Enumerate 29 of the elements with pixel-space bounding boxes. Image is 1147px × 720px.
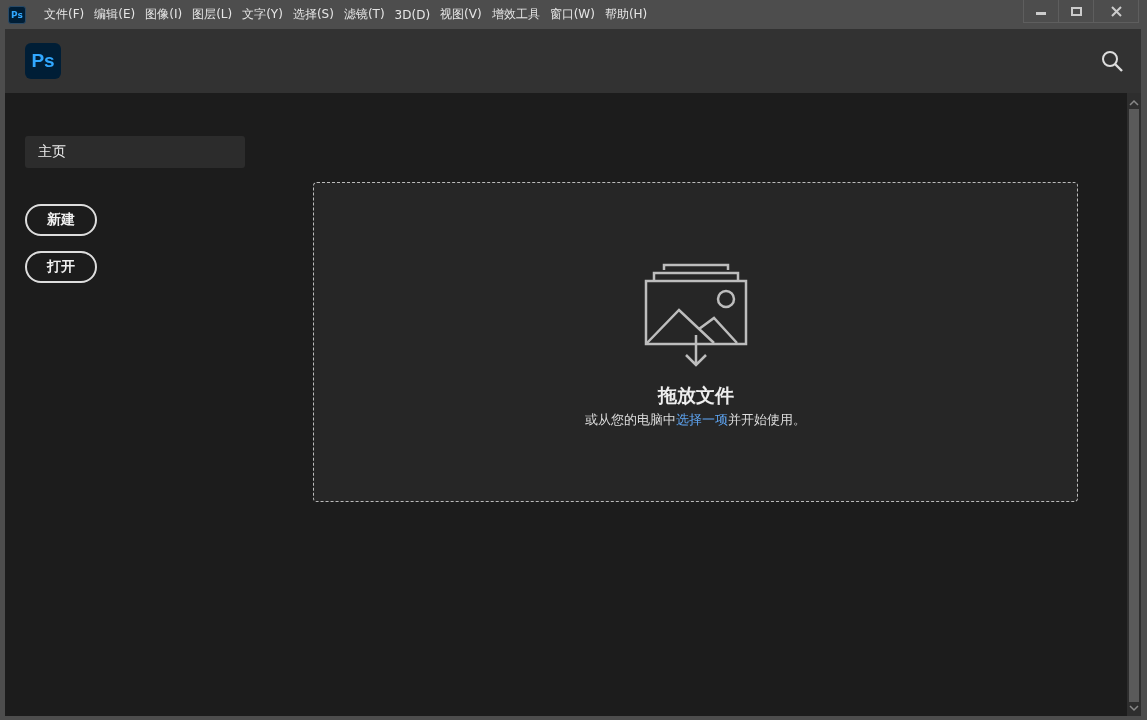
drop-zone[interactable]: 拖放文件 或从您的电脑中选择一项并开始使用。 xyxy=(313,182,1078,502)
menu-item[interactable]: 编辑(E) xyxy=(89,6,141,23)
menu-item[interactable]: 图层(L) xyxy=(187,6,238,23)
scrollbar[interactable] xyxy=(1127,93,1141,716)
sidebar-button[interactable]: 打开 xyxy=(25,251,97,283)
app-icon[interactable]: Ps xyxy=(8,5,26,24)
menu-item[interactable]: 视图(V) xyxy=(435,6,487,23)
sidebar-button[interactable]: 新建 xyxy=(25,204,97,236)
menu-item[interactable]: 文字(Y) xyxy=(237,6,288,23)
scroll-up-icon[interactable] xyxy=(1129,99,1139,107)
menu-item[interactable]: 滤镜(T) xyxy=(338,6,390,23)
app-logo: Ps xyxy=(25,43,61,79)
search-button[interactable] xyxy=(1101,50,1123,72)
scroll-down-icon[interactable] xyxy=(1129,704,1139,712)
select-link[interactable]: 选择一项 xyxy=(676,412,728,427)
sidebar-item[interactable]: 主页 xyxy=(25,136,245,168)
menu-item[interactable]: 选择(S) xyxy=(287,6,339,23)
menu-item[interactable]: 文件(F) xyxy=(39,6,90,23)
menu-item[interactable]: 帮助(H) xyxy=(599,6,653,23)
image-upload-icon xyxy=(643,263,748,369)
menu-item[interactable]: 窗口(W) xyxy=(544,6,600,23)
drop-title: 拖放文件 xyxy=(657,383,734,408)
menu-item[interactable]: 增效工具 xyxy=(486,6,545,23)
menu-item[interactable]: 图像(I) xyxy=(140,6,188,23)
menu-item[interactable]: 3D(D) xyxy=(389,7,436,22)
close-icon xyxy=(1110,5,1122,17)
maximize-icon xyxy=(1070,6,1082,16)
drop-hint: 或从您的电脑中选择一项并开始使用。 xyxy=(585,411,806,429)
search-icon xyxy=(1101,50,1123,72)
